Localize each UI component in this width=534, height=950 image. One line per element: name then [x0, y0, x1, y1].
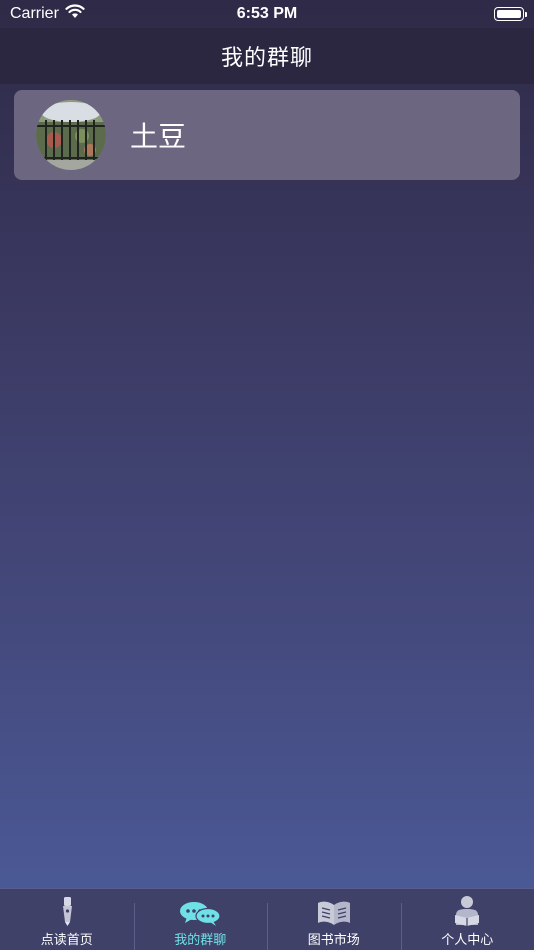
tab-bar: 点读首页 我的群聊 图书市场 个人中心 [0, 888, 534, 950]
tab-book-market[interactable]: 图书市场 [267, 889, 401, 950]
tab-label: 个人中心 [441, 933, 494, 948]
status-time: 6:53 PM [236, 5, 298, 22]
page-title: 我的群聊 [220, 46, 313, 71]
book-icon [316, 893, 352, 927]
status-bar: Carrier 6:53 PM [0, 0, 534, 28]
group-list-item[interactable]: 土豆 [14, 90, 520, 180]
tab-label: 我的群聊 [174, 933, 227, 948]
chat-bubbles-icon [179, 893, 221, 927]
navigation-bar: 我的群聊 [0, 28, 534, 84]
person-reading-icon [451, 893, 483, 927]
battery-icon [494, 7, 527, 21]
tab-profile[interactable]: 个人中心 [400, 889, 534, 950]
tab-home[interactable]: 点读首页 [0, 889, 134, 950]
tab-label: 点读首页 [40, 933, 93, 948]
tab-my-groups[interactable]: 我的群聊 [133, 889, 268, 950]
pen-icon [56, 893, 78, 927]
group-avatar [36, 100, 106, 170]
group-name: 土豆 [130, 120, 187, 153]
tab-label: 图书市场 [307, 933, 360, 948]
